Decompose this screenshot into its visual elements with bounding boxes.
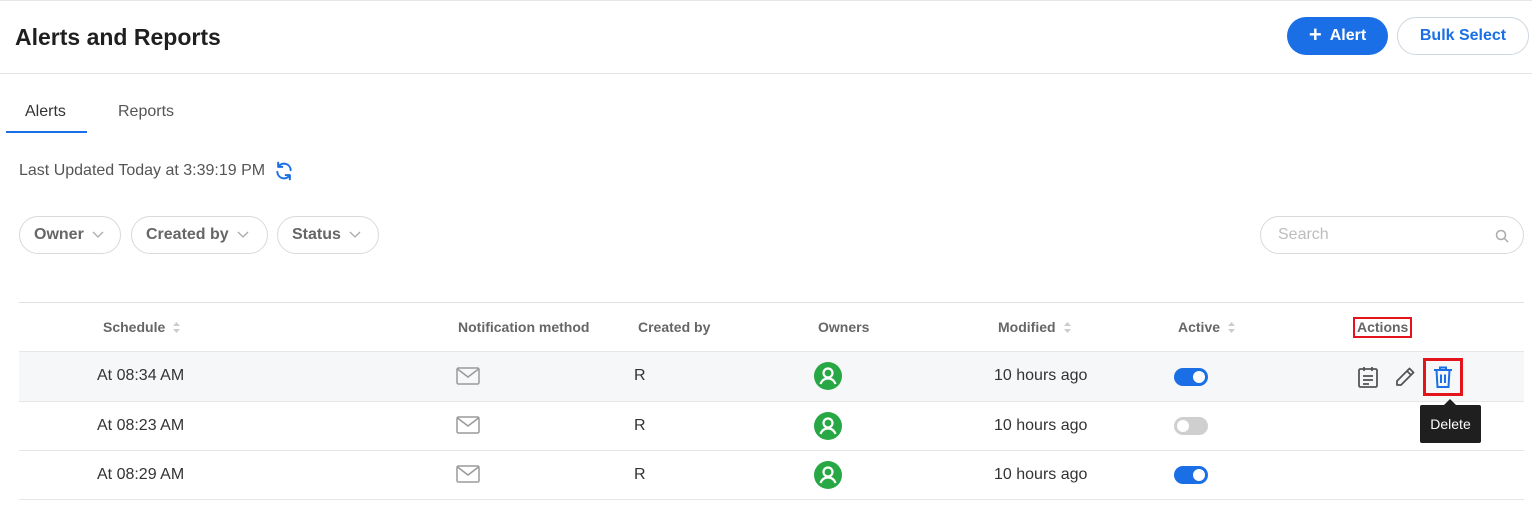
user-icon[interactable] [814,362,842,390]
chevron-down-icon [237,231,249,238]
modified-cell: 10 hours ago [994,417,1088,434]
execution-log-icon[interactable] [1356,365,1380,389]
last-updated: Last Updated Today at 3:39:19 PM [19,161,294,181]
search-icon[interactable] [1495,229,1509,243]
edit-icon[interactable] [1393,365,1417,389]
created-by-cell: R [634,417,646,434]
schedule-cell: At 08:23 AM [97,417,185,434]
column-header-label: Active [1178,319,1221,335]
modified-cell: 10 hours ago [994,466,1088,483]
column-header-schedule[interactable]: Schedule [103,319,181,335]
column-header-owners: Owners [818,319,869,335]
last-updated-text: Last Updated Today at 3:39:19 PM [19,162,266,179]
chevron-down-icon [349,231,361,238]
email-icon [456,367,480,385]
table-row[interactable] [19,352,1524,401]
sort-icon [173,321,181,333]
email-icon [456,416,480,434]
trash-icon[interactable] [1431,365,1455,389]
user-icon[interactable] [814,412,842,440]
status-filter-label: Status [292,226,341,243]
active-toggle[interactable] [1174,417,1208,435]
owner-filter[interactable]: Owner [19,216,121,254]
column-header-label: Actions [1353,317,1413,338]
add-alert-label: Alert [1329,27,1367,44]
table-top-border [19,302,1524,303]
refresh-icon[interactable] [274,161,294,181]
tab-reports[interactable]: Reports [118,103,174,121]
table-row[interactable] [19,451,1524,500]
toggle-knob [1193,469,1205,481]
column-header-notification-method: Notification method [458,319,589,335]
created-by-filter-label: Created by [146,226,229,243]
sort-icon [1063,321,1071,333]
active-toggle[interactable] [1174,368,1208,386]
created-by-cell: R [634,466,646,483]
column-header-label: Schedule [103,319,166,335]
toggle-knob [1193,371,1205,383]
delete-tooltip: Delete [1420,399,1481,443]
active-toggle[interactable] [1174,466,1208,484]
sort-icon [1228,321,1236,333]
search-box [1260,216,1524,254]
schedule-cell: At 08:34 AM [97,367,185,384]
top-border [0,0,1532,1]
created-by-filter[interactable]: Created by [131,216,268,254]
header-divider [0,73,1532,74]
bulk-select-button[interactable]: Bulk Select [1397,17,1529,55]
created-by-cell: R [634,367,646,384]
column-header-actions: Actions [1353,317,1413,338]
column-header-label: Notification method [458,319,590,335]
table-row[interactable] [19,402,1524,451]
column-header-label: Modified [998,319,1056,335]
plus-icon: + [1308,22,1322,47]
schedule-cell: At 08:29 AM [97,466,185,483]
user-icon[interactable] [814,461,842,489]
row-divider [19,499,1524,500]
column-header-modified[interactable]: Modified [998,319,1071,335]
column-header-label: Created by [638,319,711,335]
column-header-created-by: Created by [638,319,710,335]
tab-alerts[interactable]: Alerts [25,103,66,121]
add-alert-button[interactable]: + Alert [1287,17,1388,55]
email-icon [456,465,480,483]
chevron-down-icon [92,231,104,238]
search-input[interactable] [1276,225,1490,245]
modified-cell: 10 hours ago [994,367,1088,384]
page-title: Alerts and Reports [15,24,221,50]
status-filter[interactable]: Status [277,216,379,254]
column-header-active[interactable]: Active [1178,319,1236,335]
owner-filter-label: Owner [34,226,84,243]
active-tab-indicator [6,131,87,133]
column-header-label: Owners [818,319,870,335]
toggle-knob [1177,420,1189,432]
